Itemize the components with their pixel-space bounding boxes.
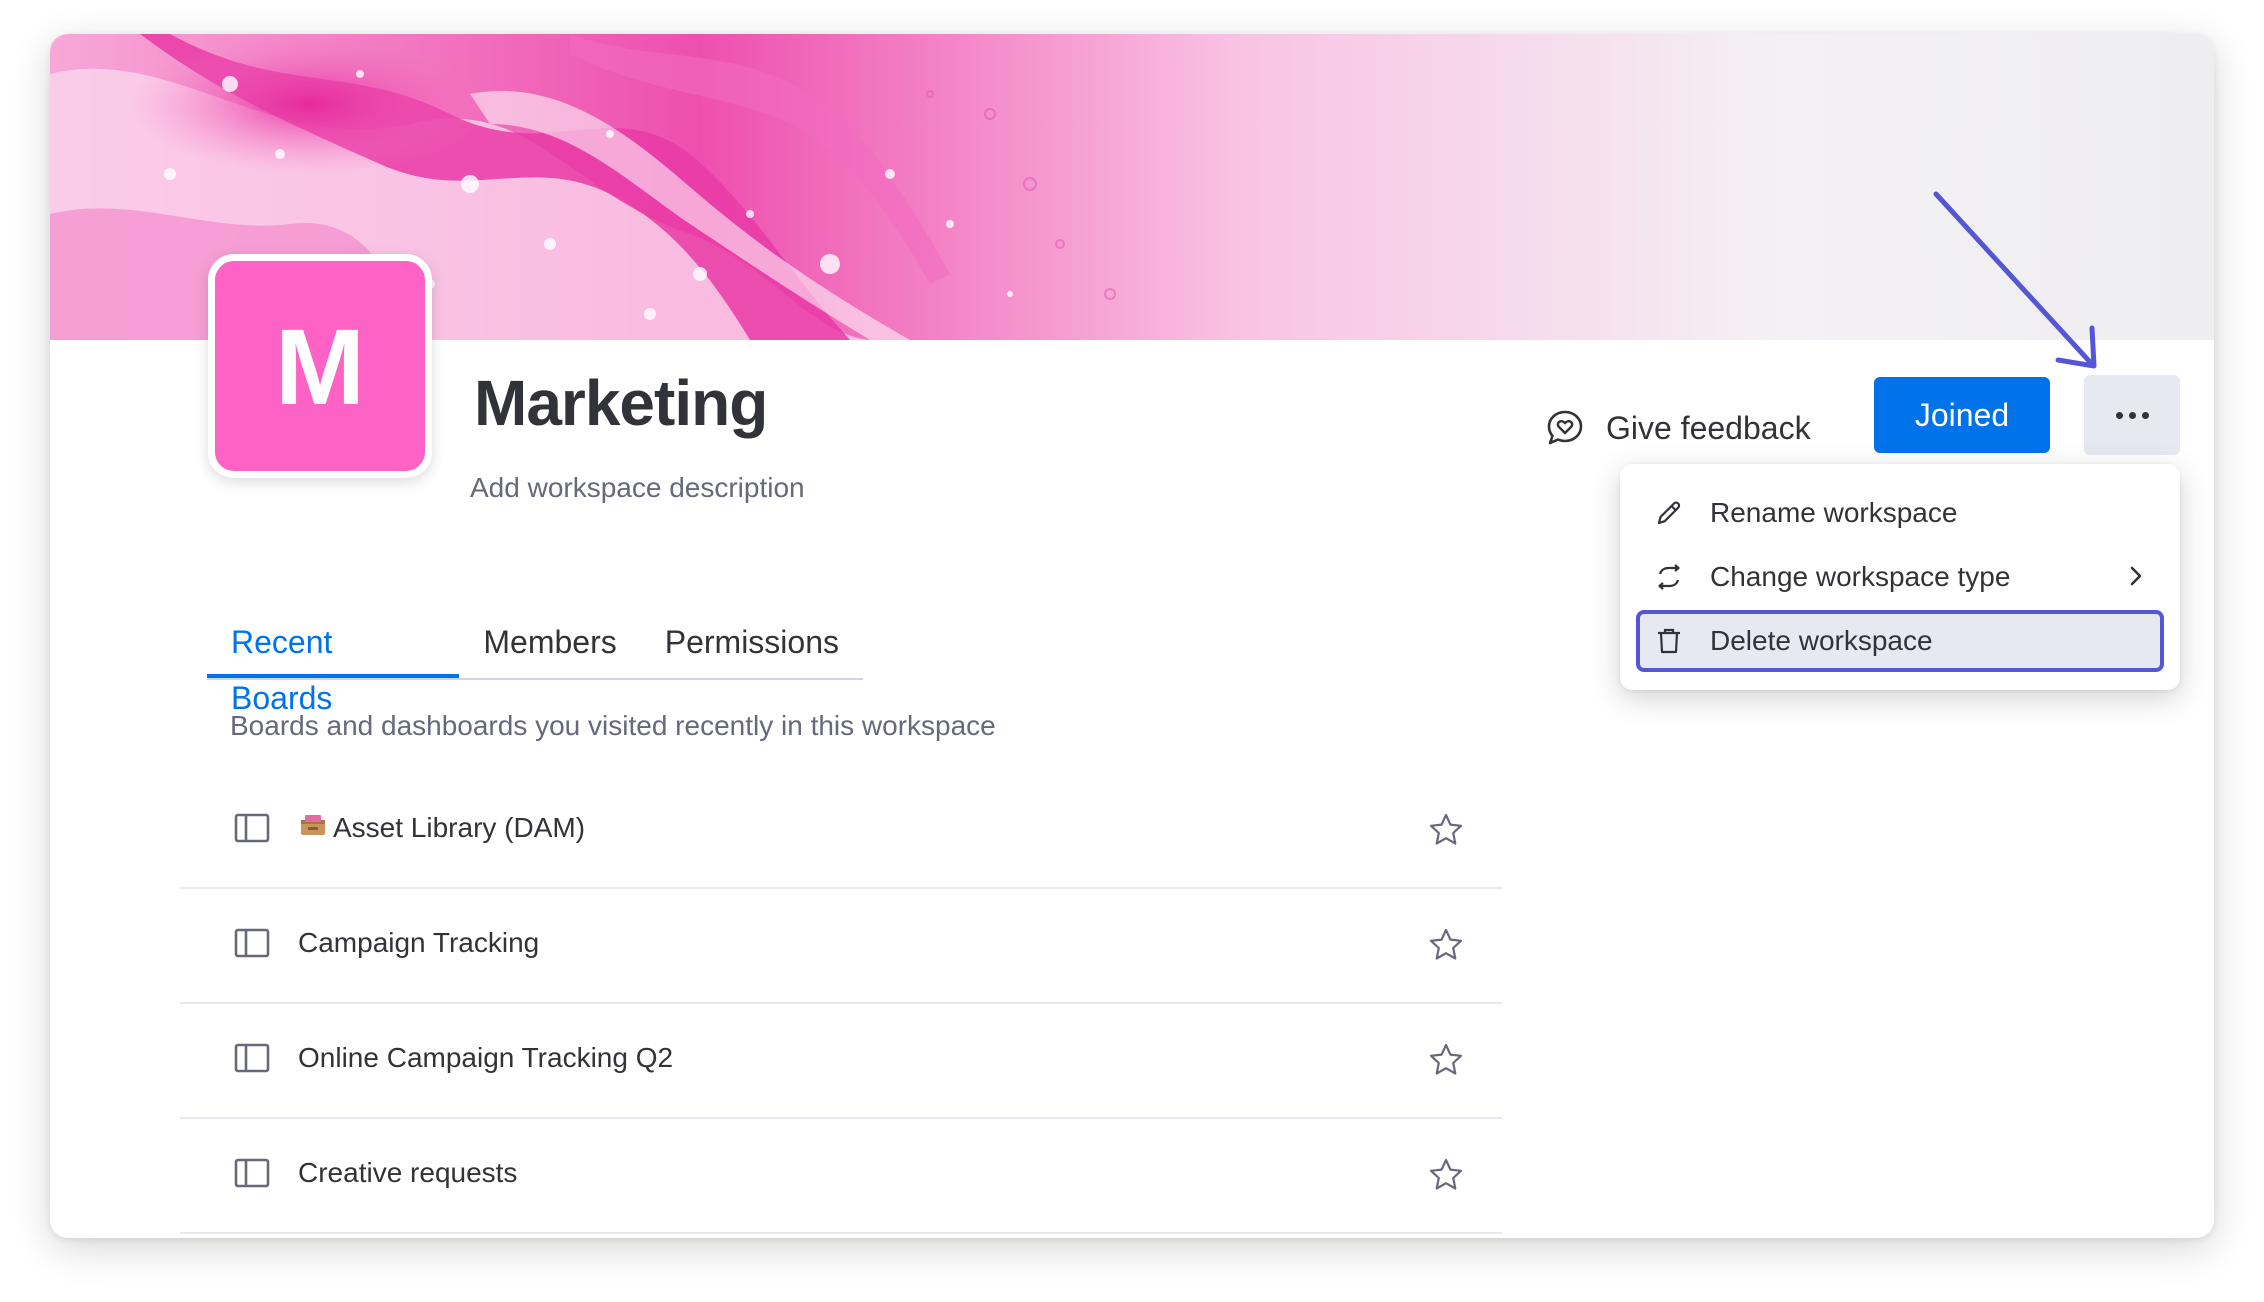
board-name: Campaign Tracking — [298, 927, 540, 958]
tab-recent-boards[interactable]: Recent Boards — [207, 614, 460, 716]
swap-icon — [1654, 562, 1694, 592]
feedback-heart-bubble-icon — [1547, 410, 1583, 445]
board-icon — [234, 813, 270, 843]
board-name: Asset Library (DAM) — [333, 812, 586, 843]
recent-boards-list: Asset Library (DAM) Campaign Tracking On… — [180, 774, 1502, 1234]
tab-permissions[interactable]: Permissions — [641, 614, 863, 678]
pencil-icon — [1654, 498, 1694, 528]
workspace-logo[interactable]: M — [208, 254, 432, 478]
board-icon — [234, 928, 270, 958]
board-row-campaign-tracking[interactable]: Campaign Tracking — [180, 889, 1502, 1004]
trash-icon — [1654, 626, 1694, 656]
more-dots-icon — [2115, 411, 2149, 419]
favorite-star-icon[interactable] — [1428, 1042, 1464, 1078]
workspace-title[interactable]: Marketing — [474, 366, 768, 440]
favorite-star-icon[interactable] — [1428, 927, 1464, 963]
menu-item-label: Change workspace type — [1710, 561, 2011, 592]
favorite-star-icon[interactable] — [1428, 1157, 1464, 1193]
tab-members[interactable]: Members — [459, 614, 640, 678]
board-row-online-campaign-tracking-q2[interactable]: Online Campaign Tracking Q2 — [180, 1004, 1502, 1119]
board-name: Creative requests — [298, 1157, 518, 1188]
card-file-box-emoji-icon — [301, 815, 325, 835]
workspace-description-input[interactable]: Add workspace description — [470, 472, 805, 504]
joined-button[interactable]: Joined — [1874, 377, 2050, 453]
more-options-button[interactable] — [2084, 375, 2180, 455]
board-icon — [234, 1158, 270, 1188]
menu-item-delete-workspace[interactable]: Delete workspace — [1636, 610, 2164, 672]
chevron-right-icon — [2130, 566, 2142, 586]
give-feedback-button[interactable]: Give feedback — [1544, 394, 1811, 462]
board-row-asset-library[interactable]: Asset Library (DAM) — [180, 774, 1502, 889]
board-row-creative-requests[interactable]: Creative requests — [180, 1119, 1502, 1234]
workspace-tabs: Recent Boards Members Permissions — [207, 614, 863, 716]
workspace-card: M Marketing Add workspace description Gi… — [50, 34, 2214, 1238]
menu-item-change-workspace-type[interactable]: Change workspace type — [1636, 546, 2164, 608]
give-feedback-label: Give feedback — [1606, 409, 1811, 446]
favorite-star-icon[interactable] — [1428, 812, 1464, 848]
menu-item-label: Delete workspace — [1710, 625, 1933, 656]
menu-item-rename-workspace[interactable]: Rename workspace — [1636, 482, 2164, 544]
workspace-options-menu: Rename workspace Change workspace type D… — [1620, 464, 2180, 690]
board-icon — [234, 1043, 270, 1073]
board-name: Online Campaign Tracking Q2 — [298, 1042, 674, 1073]
recent-boards-note: Boards and dashboards you visited recent… — [230, 710, 996, 741]
menu-item-label: Rename workspace — [1710, 497, 1958, 528]
